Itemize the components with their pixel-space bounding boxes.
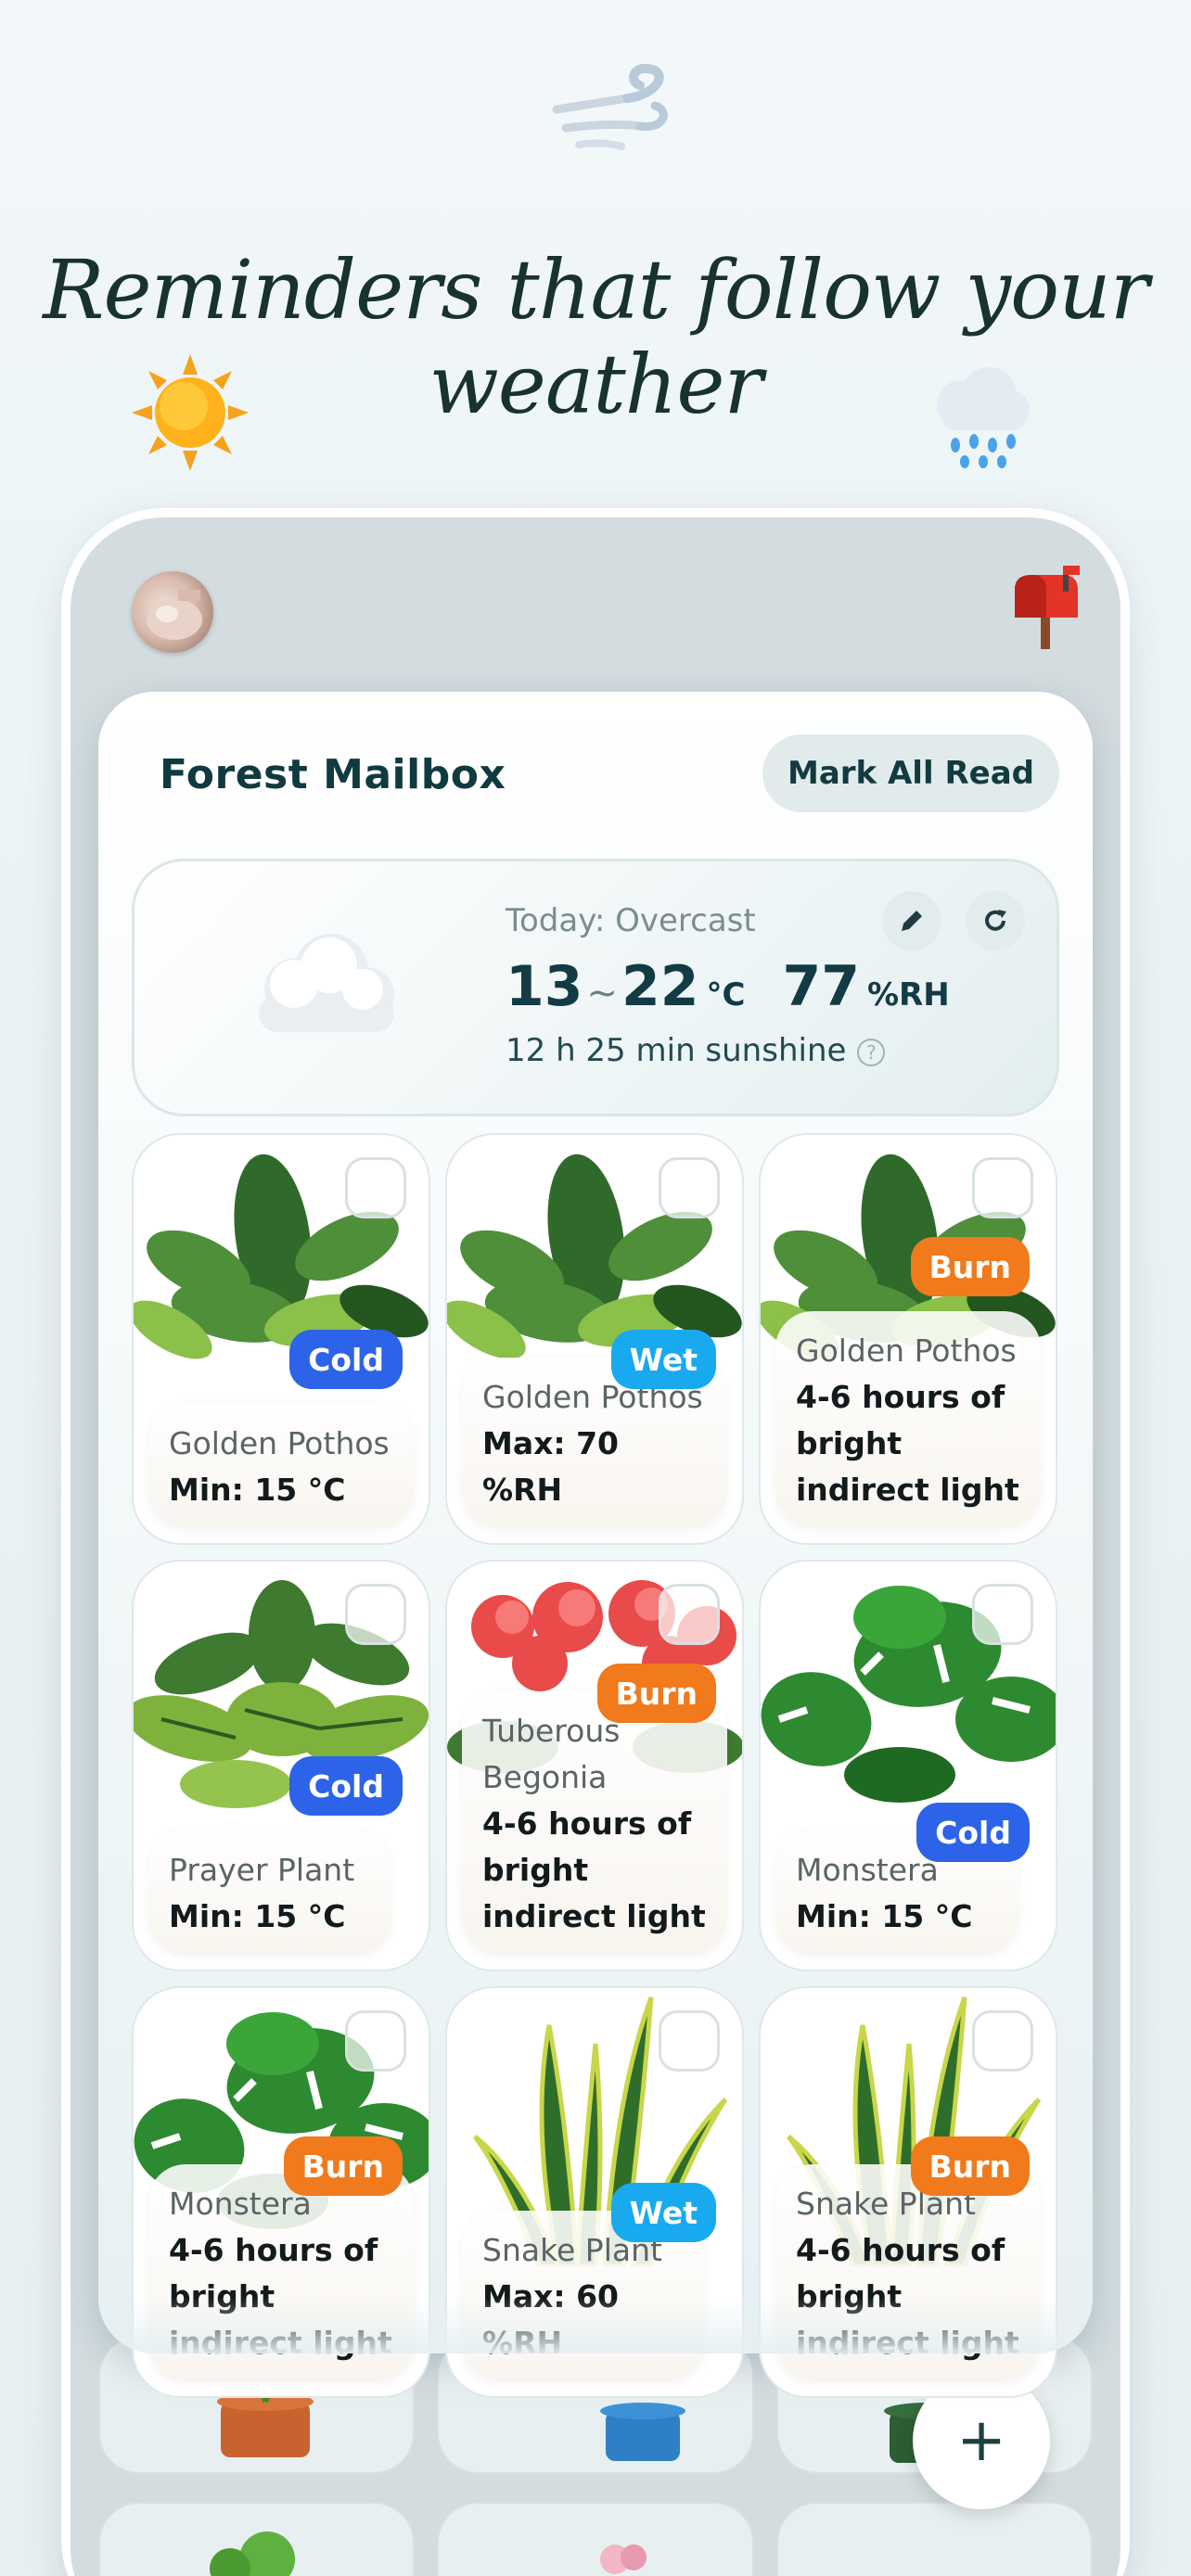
reminder-detail: Min: 15 °C [796, 1898, 973, 1934]
temp-max: 22 [621, 954, 699, 1019]
select-checkbox[interactable] [345, 2010, 406, 2072]
cloud-icon [259, 934, 394, 1032]
reminder-info: Golden Pothos Min: 15 °C [148, 1404, 414, 1528]
reminder-info: Prayer Plant Min: 15 °C [148, 1830, 391, 1955]
weather-badge-wet: Wet [610, 1330, 716, 1389]
reminder-card[interactable]: Monstera Min: 15 °C Cold [759, 1560, 1057, 1971]
reminder-card[interactable]: Prayer Plant Min: 15 °C Cold [132, 1560, 430, 1971]
mailbox-title: Forest Mailbox [160, 751, 506, 798]
select-checkbox[interactable] [659, 1157, 720, 1218]
humidity-unit: %RH [866, 976, 950, 1014]
plant-name: Golden Pothos [169, 1425, 390, 1461]
sunshine-duration: 12 h 25 min sunshine? [506, 1032, 886, 1069]
edit-weather-button[interactable] [882, 891, 941, 950]
reminder-card[interactable]: Golden Pothos Min: 15 °C Cold [132, 1133, 430, 1545]
sun-icon [132, 354, 249, 471]
weather-summary: Today: Overcast [506, 902, 756, 939]
temp-separator: ~ [586, 972, 619, 1014]
select-checkbox[interactable] [972, 2010, 1033, 2072]
avatar[interactable] [132, 571, 213, 653]
reminder-info: Tuberous Begonia 4-6 hours of bright indi… [462, 1691, 727, 1955]
plant-grid-row [98, 2502, 1093, 2576]
plant-name: Prayer Plant [169, 1852, 355, 1888]
wind-icon [552, 63, 668, 150]
mailbox-icon[interactable] [1005, 566, 1083, 651]
refresh-weather-button[interactable] [966, 891, 1025, 950]
weather-badge-burn: Burn [910, 2136, 1030, 2196]
reminder-detail: Max: 70 %RH [482, 1425, 620, 1508]
mailbox-sheet: Forest Mailbox Mark All Read Today: Over… [98, 692, 1093, 2398]
reminder-card[interactable]: Tuberous Begonia 4-6 hours of bright indi… [445, 1560, 744, 1971]
weather-badge-wet: Wet [610, 2183, 716, 2242]
weather-card: Today: Overcast 13 ~22 °C 77 %RH 12 h 25 min… [132, 859, 1059, 1116]
mark-all-read-button[interactable]: Mark All Read [762, 734, 1059, 812]
reminder-card[interactable]: Golden Pothos Max: 70 %RH Wet [445, 1133, 744, 1545]
edit-icon [902, 911, 922, 931]
weather-readings: 13 ~22 °C 77 %RH [506, 954, 987, 1019]
plant-card[interactable] [98, 2502, 416, 2576]
weather-badge-cold: Cold [289, 1330, 403, 1389]
reminder-detail: Min: 15 °C [169, 1898, 346, 1934]
weather-badge-cold: Cold [289, 1756, 403, 1816]
weather-badge-cold: Cold [916, 1803, 1030, 1862]
plant-name: Golden Pothos [796, 1333, 1017, 1369]
select-checkbox[interactable] [972, 1584, 1033, 1645]
weather-badge-burn: Burn [283, 2136, 403, 2196]
select-checkbox[interactable] [345, 1584, 406, 1645]
select-checkbox[interactable] [345, 1157, 406, 1218]
select-checkbox[interactable] [659, 2010, 720, 2072]
temp-unit: °C [706, 976, 746, 1014]
reminder-info: Golden Pothos 4-6 hours of bright indirec… [775, 1311, 1041, 1528]
rain-cloud-icon [937, 367, 1030, 468]
sheet-fade [98, 2298, 1093, 2353]
sunshine-text: 12 h 25 min sunshine [506, 1032, 847, 1069]
help-icon[interactable]: ? [857, 1039, 886, 1066]
reminder-detail: 4-6 hours of bright indirect light [796, 1379, 1019, 1508]
plant-card[interactable] [437, 2502, 754, 2576]
weather-badge-burn: Burn [910, 1237, 1030, 1296]
select-checkbox[interactable] [659, 1584, 720, 1645]
reminder-detail: Min: 15 °C [169, 1472, 346, 1508]
reminder-card[interactable]: Golden Pothos 4-6 hours of bright indirec… [759, 1133, 1057, 1545]
select-checkbox[interactable] [972, 1157, 1033, 1218]
reminder-detail: 4-6 hours of bright indirect light [482, 1805, 706, 1934]
plant-card[interactable] [775, 2502, 1093, 2576]
refresh-icon [985, 910, 1006, 931]
weather-badge-burn: Burn [596, 1664, 716, 1723]
temp-min: 13 [506, 954, 583, 1019]
humidity-value: 77 [782, 954, 860, 1019]
